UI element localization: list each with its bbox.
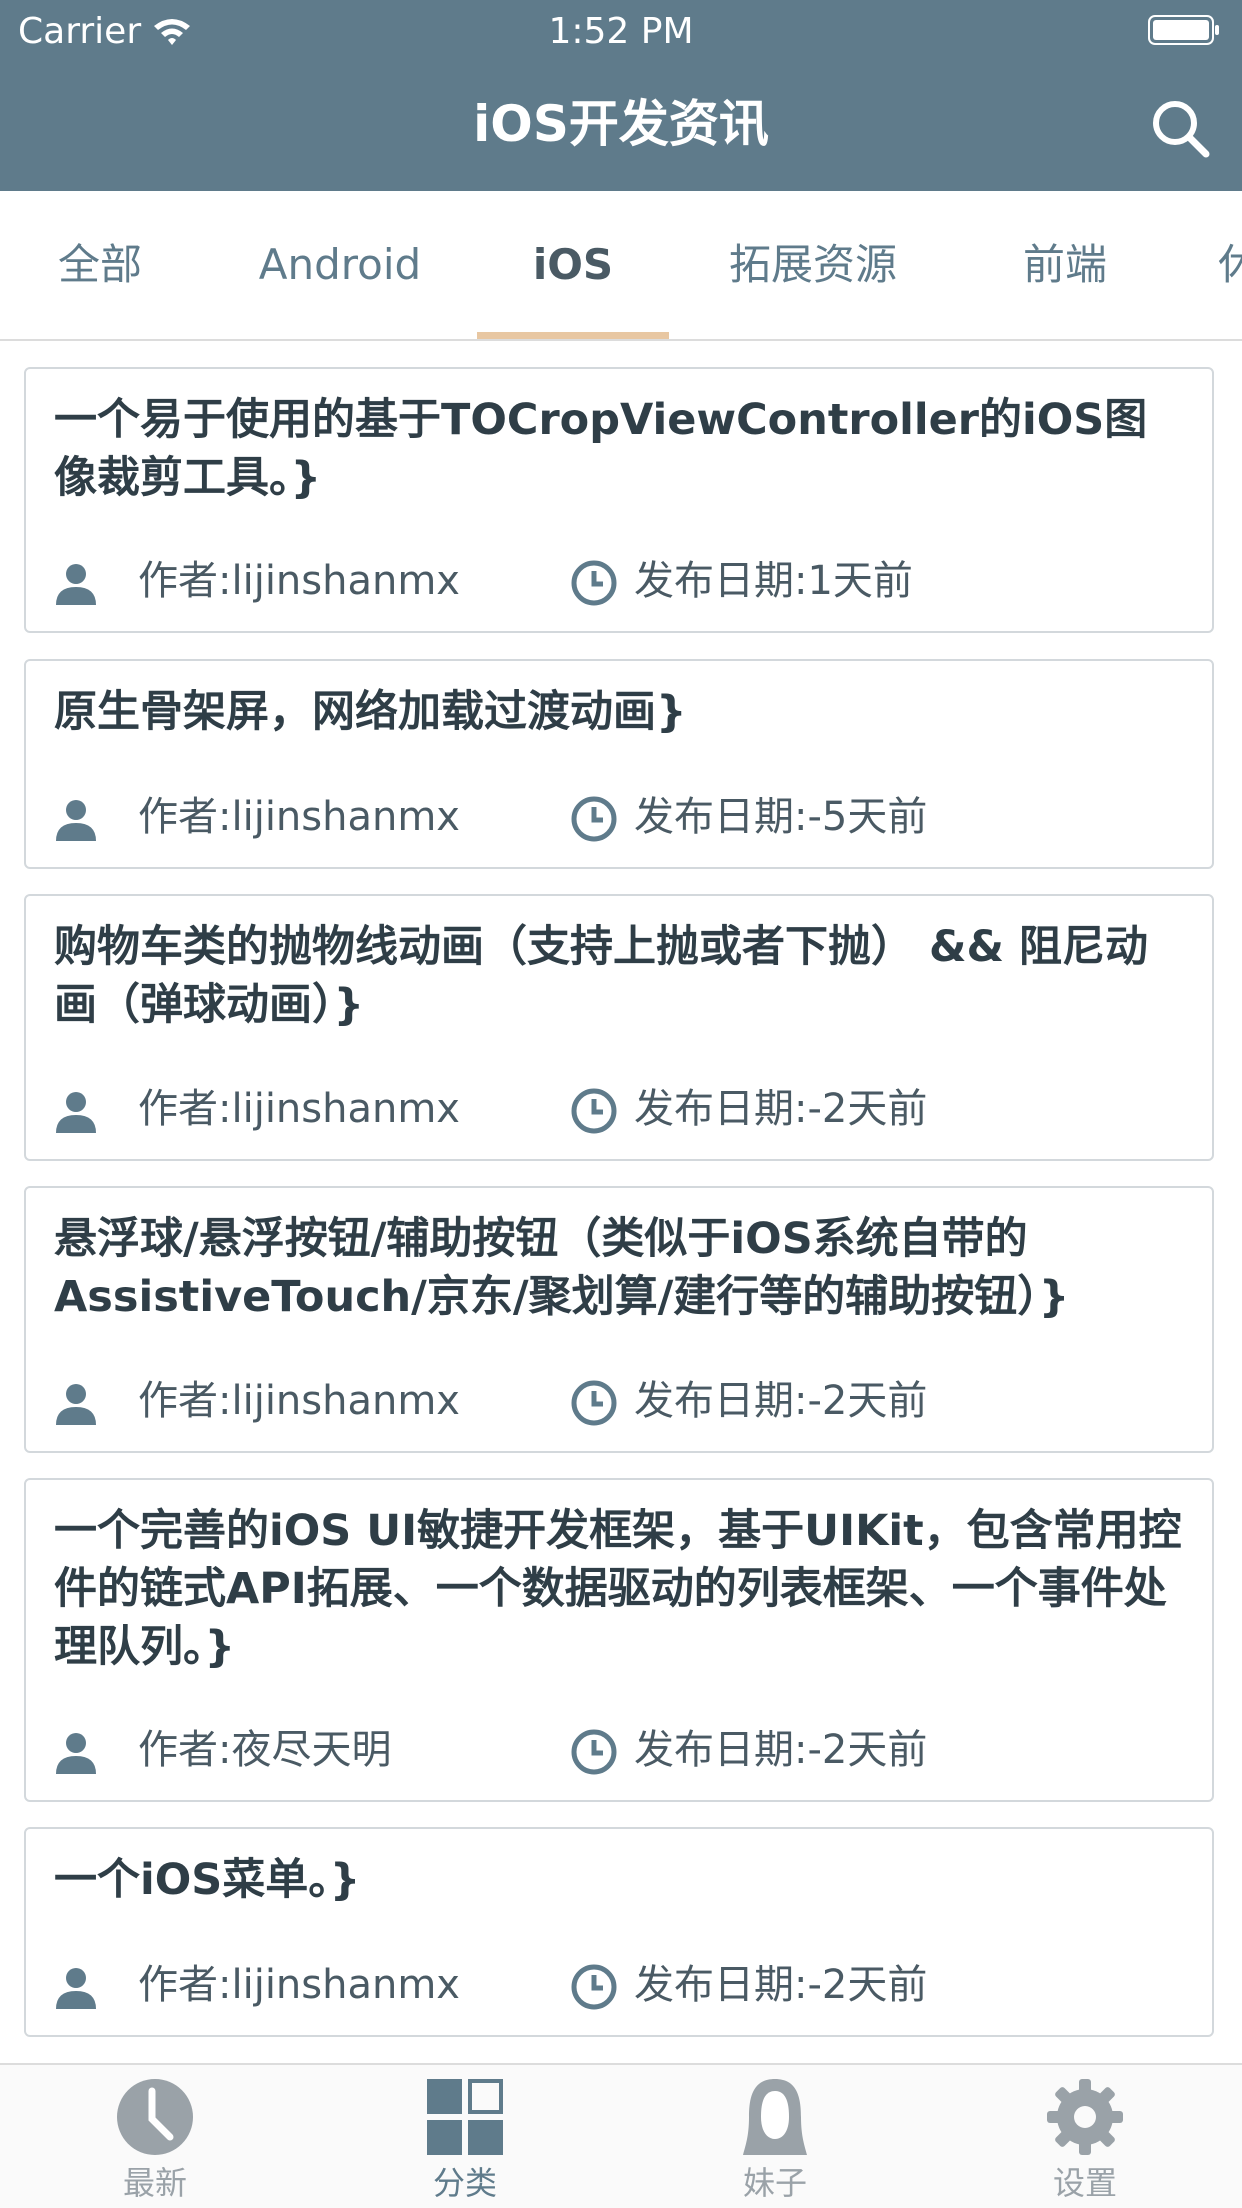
article-meta: 作者:夜尽天明 发布日期:-2天前 [54, 1722, 1194, 1778]
clock-icon [571, 560, 617, 606]
tab-all[interactable]: 全部 [40, 191, 160, 339]
article-title: 购物车类的抛物线动画（支持上抛或者下抛） && 阻尼动画（弹球动画）} [54, 922, 1148, 1030]
tabbar-item-settings[interactable]: 设置 [930, 2065, 1240, 2208]
clock-icon [571, 796, 617, 842]
article-title: 一个易于使用的基于TOCropViewController的iOS图像裁剪工具。… [54, 395, 1148, 503]
article-date: 发布日期:-2天前 [634, 1086, 928, 1132]
person-icon [56, 800, 96, 841]
bottom-tab-bar: 最新 分类 妹子 设置 [0, 2063, 1242, 2208]
status-time: 1:52 PM [548, 11, 694, 52]
navigation-bar: Carrier 1:52 PM iOS开发资讯 [0, 0, 1242, 191]
gear-icon [1047, 2079, 1123, 2155]
tab-extended-resources[interactable]: 拓展资源 [718, 191, 908, 339]
person-icon [56, 1092, 96, 1133]
article-meta: 作者:lijinshanmx 发布日期:-2天前 [54, 1957, 1194, 2013]
article-author: 作者:夜尽天明 [138, 1727, 392, 1773]
article-list[interactable]: 一个易于使用的基于TOCropViewController的iOS图像裁剪工具。… [0, 341, 1242, 2063]
article-author: 作者:lijinshanmx [138, 1378, 460, 1424]
clock-icon [571, 1088, 617, 1134]
article-meta: 作者:lijinshanmx 发布日期:-2天前 [54, 1373, 1194, 1429]
tab-indicator [477, 332, 669, 339]
grid-icon [427, 2079, 503, 2155]
article-card[interactable]: 一个完善的iOS UI敏捷开发框架，基于UIKit，包含常用控件的链式API拓展… [24, 1478, 1214, 1802]
tabbar-item-girls[interactable]: 妹子 [620, 2065, 930, 2208]
article-date: 发布日期:-2天前 [634, 1727, 928, 1773]
article-author: 作者:lijinshanmx [138, 1962, 460, 2008]
article-meta: 作者:lijinshanmx 发布日期:1天前 [54, 553, 1194, 609]
clock-icon [571, 1964, 617, 2010]
article-author: 作者:lijinshanmx [138, 558, 460, 604]
article-date: 发布日期:1天前 [634, 558, 913, 604]
article-card[interactable]: 原生骨架屏，网络加载过渡动画} 作者:lijinshanmx 发布日期:-5天前 [24, 659, 1214, 869]
tab-more[interactable]: 休 [1218, 191, 1242, 339]
person-icon [56, 1968, 96, 2009]
article-title: 悬浮球/悬浮按钮/辅助按钮（类似于iOS系统自带的AssistiveTouch/… [54, 1214, 1070, 1322]
tabbar-item-latest[interactable]: 最新 [0, 2065, 310, 2208]
tabbar-label: 妹子 [742, 2164, 807, 2202]
girl-icon [743, 2079, 807, 2155]
screen: Carrier 1:52 PM iOS开发资讯 全部 Android iOS 拓… [0, 0, 1242, 2208]
battery-icon [1148, 15, 1219, 45]
tab-ios[interactable]: iOS [477, 191, 669, 339]
clock-icon [117, 2079, 193, 2155]
article-card[interactable]: 一个iOS菜单。} 作者:lijinshanmx 发布日期:-2天前 [24, 1827, 1214, 2037]
article-date: 发布日期:-2天前 [634, 1378, 928, 1424]
person-icon [56, 1733, 96, 1774]
article-card[interactable]: 悬浮球/悬浮按钮/辅助按钮（类似于iOS系统自带的AssistiveTouch/… [24, 1186, 1214, 1453]
tabbar-label: 最新 [122, 2164, 187, 2202]
clock-icon [571, 1729, 617, 1775]
page-title: iOS开发资讯 [473, 95, 769, 153]
tabbar-item-category[interactable]: 分类 [310, 2065, 620, 2208]
article-title: 一个完善的iOS UI敏捷开发框架，基于UIKit，包含常用控件的链式API拓展… [54, 1506, 1182, 1672]
article-author: 作者:lijinshanmx [138, 1086, 460, 1132]
article-author: 作者:lijinshanmx [138, 794, 460, 840]
tabbar-label: 分类 [432, 2164, 497, 2202]
person-icon [56, 564, 96, 605]
search-icon[interactable] [1148, 96, 1212, 160]
article-date: 发布日期:-2天前 [634, 1962, 928, 2008]
person-icon [56, 1384, 96, 1425]
tabbar-label: 设置 [1052, 2164, 1117, 2202]
clock-icon [571, 1380, 617, 1426]
tab-frontend[interactable]: 前端 [1005, 191, 1125, 339]
article-title: 原生骨架屏，网络加载过渡动画} [54, 687, 687, 737]
article-card[interactable]: 购物车类的抛物线动画（支持上抛或者下抛） && 阻尼动画（弹球动画）} 作者:l… [24, 894, 1214, 1161]
article-meta: 作者:lijinshanmx 发布日期:-2天前 [54, 1081, 1194, 1137]
category-tabs: 全部 Android iOS 拓展资源 前端 休 [0, 191, 1242, 341]
tab-android[interactable]: Android [250, 191, 430, 339]
article-date: 发布日期:-5天前 [634, 794, 928, 840]
article-card[interactable]: 一个易于使用的基于TOCropViewController的iOS图像裁剪工具。… [24, 367, 1214, 633]
article-title: 一个iOS菜单。} [54, 1855, 361, 1905]
article-meta: 作者:lijinshanmx 发布日期:-5天前 [54, 789, 1194, 845]
